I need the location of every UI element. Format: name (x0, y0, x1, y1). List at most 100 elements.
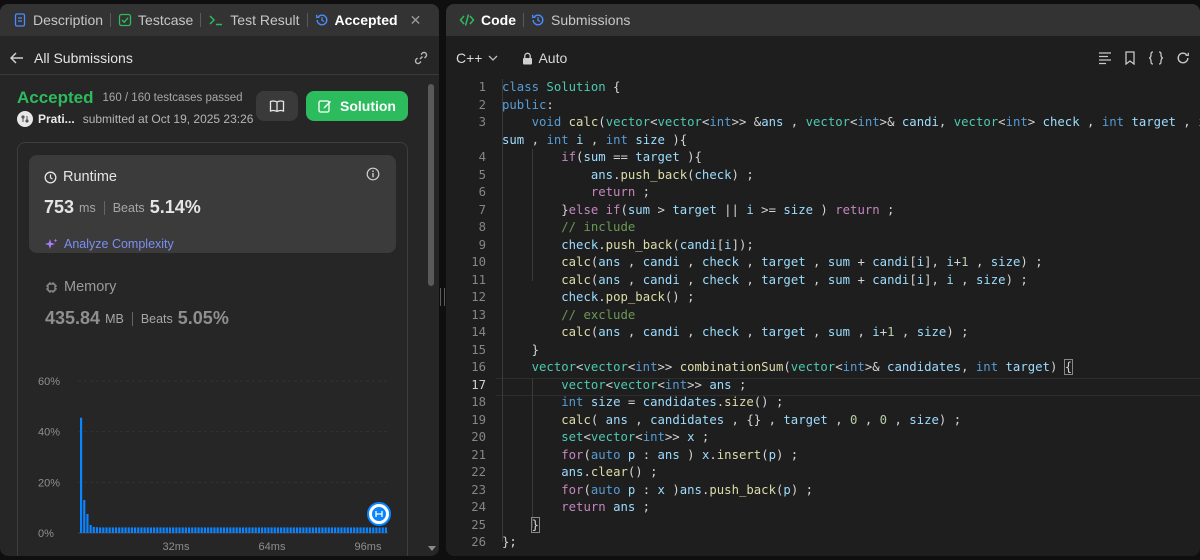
chart-bar[interactable] (213, 527, 216, 533)
chart-bar[interactable] (114, 527, 118, 533)
chart-bar[interactable] (270, 527, 273, 533)
chart-bar[interactable] (327, 527, 330, 533)
chart-bar[interactable] (197, 527, 200, 533)
close-icon[interactable]: ✕ (410, 12, 422, 29)
tab-testcase[interactable]: Testcase (111, 4, 200, 36)
chart-bar[interactable] (216, 527, 219, 533)
chart-bar[interactable] (89, 524, 92, 533)
editorial-button[interactable] (256, 91, 298, 121)
info-icon[interactable] (366, 167, 380, 181)
chart-bar[interactable] (118, 527, 121, 533)
tab-test-result[interactable]: Test Result (201, 4, 306, 36)
chart-bar[interactable] (108, 527, 111, 533)
chart-bar[interactable] (330, 527, 334, 533)
chart-bar[interactable] (191, 527, 194, 533)
chart-bar[interactable] (105, 527, 108, 533)
chart-bar[interactable] (349, 527, 353, 533)
username[interactable]: Prati... (38, 112, 75, 126)
chart-bar[interactable] (194, 527, 197, 533)
chart-bar[interactable] (295, 527, 299, 533)
chart-bar[interactable] (168, 527, 172, 533)
chart-bar[interactable] (143, 527, 146, 533)
chart-bar[interactable] (200, 527, 203, 533)
chart-bar[interactable] (264, 527, 267, 533)
chart-bar[interactable] (238, 527, 241, 533)
chart-bar[interactable] (302, 527, 305, 533)
chart-bar[interactable] (137, 527, 140, 533)
chart-bar[interactable] (153, 527, 156, 533)
chart-bar[interactable] (337, 527, 340, 533)
chart-bar[interactable] (280, 527, 283, 533)
share-link-icon[interactable] (413, 50, 429, 66)
runtime-box[interactable]: Runtime 753 ms Beats 5.14% Analyze Compl… (29, 155, 396, 253)
chart-bar[interactable] (305, 527, 308, 533)
chart-bar[interactable] (372, 527, 375, 533)
chart-bar[interactable] (289, 527, 292, 533)
chart-bar[interactable] (165, 527, 168, 533)
chart-bar[interactable] (283, 527, 286, 533)
back-arrow-icon[interactable] (10, 52, 24, 64)
chart-bar[interactable] (321, 527, 324, 533)
chart-bar[interactable] (359, 527, 362, 533)
chart-bar[interactable] (254, 527, 257, 533)
chart-bar[interactable] (260, 527, 264, 533)
chart-bar[interactable] (368, 527, 372, 533)
chart-bar[interactable] (365, 527, 368, 533)
panel-resize-handle[interactable] (440, 288, 445, 306)
chart-bar[interactable] (181, 527, 184, 533)
chart-bar[interactable] (149, 527, 153, 533)
chart-bar[interactable] (340, 527, 343, 533)
chart-bar[interactable] (146, 527, 149, 533)
tab-accepted[interactable]: Accepted ✕ (308, 4, 429, 36)
chart-bar[interactable] (222, 527, 226, 533)
chart-bar[interactable] (308, 527, 311, 533)
chart-bar[interactable] (299, 527, 302, 533)
chart-bar[interactable] (311, 527, 314, 533)
tab-submissions[interactable]: Submissions (524, 4, 637, 36)
solution-button[interactable]: Solution (306, 91, 408, 121)
chart-bar[interactable] (248, 527, 251, 533)
chart-bar[interactable] (184, 527, 187, 533)
chart-bar[interactable] (133, 527, 137, 533)
chart-bar[interactable] (83, 500, 86, 533)
chart-bar[interactable] (381, 527, 384, 533)
chart-bar[interactable] (343, 527, 346, 533)
chart-bar[interactable] (334, 527, 337, 533)
language-select[interactable]: C++ (456, 50, 498, 66)
chart-bar[interactable] (251, 527, 254, 533)
avatar[interactable] (17, 111, 33, 127)
reset-icon[interactable] (1176, 51, 1190, 65)
chart-bar[interactable] (257, 527, 260, 533)
chart-bar[interactable] (156, 527, 159, 533)
chart-bar[interactable] (267, 527, 270, 533)
chart-bar[interactable] (286, 527, 289, 533)
chart-bar[interactable] (121, 527, 124, 533)
chart-bar[interactable] (353, 527, 356, 533)
analyze-complexity-link[interactable]: Analyze Complexity (45, 237, 174, 251)
chart-bar[interactable] (130, 527, 133, 533)
your-submission-marker[interactable] (367, 502, 391, 526)
chart-bar[interactable] (235, 527, 238, 533)
chart-bar[interactable] (159, 527, 162, 533)
bookmark-icon[interactable] (1124, 51, 1136, 65)
tab-description[interactable]: Description (6, 4, 110, 36)
chart-bar[interactable] (80, 417, 83, 533)
chart-bar[interactable] (140, 527, 143, 533)
chart-bar[interactable] (187, 527, 191, 533)
chart-bar[interactable] (245, 527, 248, 533)
chart-bar[interactable] (314, 527, 318, 533)
chart-bar[interactable] (175, 527, 178, 533)
chart-bar[interactable] (232, 527, 235, 533)
chart-bar[interactable] (210, 527, 213, 533)
chart-bar[interactable] (203, 527, 207, 533)
chart-bar[interactable] (318, 527, 321, 533)
chart-bar[interactable] (124, 527, 127, 533)
chart-bar[interactable] (229, 527, 232, 533)
chart-bar[interactable] (384, 527, 387, 533)
chart-bar[interactable] (276, 527, 280, 533)
tab-code[interactable]: Code (452, 4, 523, 36)
chart-bar[interactable] (99, 527, 102, 533)
chart-bar[interactable] (324, 527, 327, 533)
chart-bar[interactable] (346, 527, 349, 533)
chart-bar[interactable] (362, 527, 365, 533)
